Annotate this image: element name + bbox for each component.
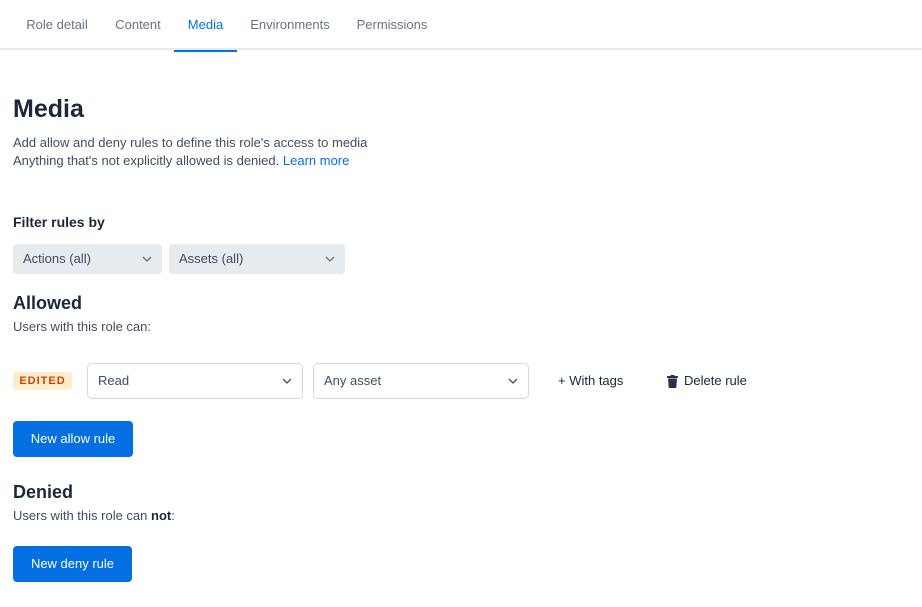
tab-bar: Role detail Content Media Environments P… bbox=[0, 0, 922, 52]
tab-permissions[interactable]: Permissions bbox=[348, 0, 436, 50]
allowed-heading: Allowed bbox=[13, 293, 83, 313]
chevron-down-icon bbox=[142, 244, 152, 274]
edited-badge: EDITED bbox=[13, 372, 72, 390]
tab-environments[interactable]: Environments bbox=[243, 0, 337, 50]
delete-rule-label: Delete rule bbox=[684, 373, 747, 388]
denied-subtitle-prefix: Users with this role can bbox=[13, 508, 151, 523]
page-description-note: Anything that's not explicitly allowed i… bbox=[13, 153, 349, 168]
learn-more-link[interactable]: Learn more bbox=[283, 153, 349, 168]
rule-action-value: Read bbox=[98, 373, 130, 388]
with-tags-label: + With tags bbox=[558, 373, 624, 388]
denied-subtitle-emphasis: not bbox=[151, 508, 172, 523]
chevron-down-icon bbox=[508, 364, 518, 398]
filter-heading: Filter rules by bbox=[13, 214, 105, 230]
denied-note-text: Anything that's not explicitly allowed i… bbox=[13, 153, 280, 168]
rule-action-select[interactable]: Read bbox=[87, 363, 303, 399]
page-description: Add allow and deny rules to define this … bbox=[13, 135, 368, 150]
assets-filter-value: Assets (all) bbox=[179, 251, 244, 266]
denied-heading: Denied bbox=[13, 482, 74, 502]
allowed-subtitle: Users with this role can: bbox=[13, 319, 151, 334]
rule-asset-value: Any asset bbox=[324, 373, 382, 388]
tab-content[interactable]: Content bbox=[107, 0, 169, 50]
chevron-down-icon bbox=[282, 364, 292, 398]
denied-subtitle-suffix: : bbox=[171, 508, 175, 523]
delete-rule-button[interactable]: Delete rule bbox=[667, 363, 747, 399]
tab-media[interactable]: Media bbox=[174, 0, 237, 52]
tab-role-detail[interactable]: Role detail bbox=[14, 0, 100, 50]
assets-filter-select[interactable]: Assets (all) bbox=[169, 244, 345, 274]
denied-subtitle: Users with this role can not: bbox=[13, 508, 175, 523]
chevron-down-icon bbox=[325, 244, 335, 274]
page-title: Media bbox=[13, 95, 84, 123]
new-allow-rule-button[interactable]: New allow rule bbox=[13, 421, 133, 457]
new-deny-rule-button[interactable]: New deny rule bbox=[13, 546, 132, 582]
actions-filter-select[interactable]: Actions (all) bbox=[13, 244, 162, 274]
trash-icon bbox=[667, 374, 678, 388]
with-tags-button[interactable]: + With tags bbox=[558, 363, 623, 399]
actions-filter-value: Actions (all) bbox=[23, 251, 91, 266]
rule-asset-select[interactable]: Any asset bbox=[313, 363, 529, 399]
